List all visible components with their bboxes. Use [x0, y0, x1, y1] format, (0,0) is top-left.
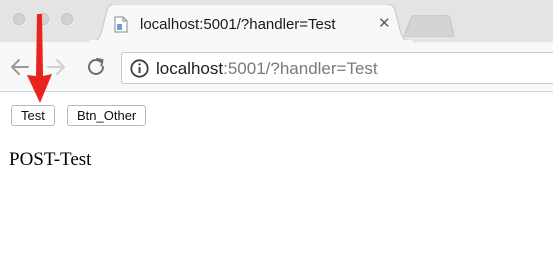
- minimize-window-button[interactable]: [37, 13, 49, 25]
- new-tab-button[interactable]: [404, 15, 454, 37]
- url-host: localhost: [156, 59, 224, 78]
- url-text[interactable]: localhost:5001/?handler=Test: [156, 59, 378, 79]
- close-tab-icon[interactable]: ✕: [378, 15, 391, 33]
- page-icon: [114, 16, 128, 33]
- arrow-right-icon[interactable]: [44, 55, 68, 79]
- btn-other-button[interactable]: Btn_Other: [67, 105, 147, 126]
- close-window-button[interactable]: [13, 13, 25, 25]
- tab-title: localhost:5001/?handler=Test: [140, 16, 336, 33]
- tab-strip: localhost:5001/?handler=Test ✕: [0, 0, 553, 42]
- result-text: POST-Test: [9, 149, 92, 170]
- zoom-window-button[interactable]: [61, 13, 73, 25]
- browser-toolbar: localhost:5001/?handler=Test: [0, 42, 553, 92]
- tab-active[interactable]: localhost:5001/?handler=Test ✕: [88, 4, 414, 42]
- address-bar[interactable]: localhost:5001/?handler=Test: [121, 52, 553, 84]
- page-content: Test Btn_Other POST-Test: [0, 92, 553, 271]
- browser-window: localhost:5001/?handler=Test ✕ localhost…: [0, 0, 553, 271]
- url-path: :5001/?handler=Test: [223, 59, 378, 78]
- reload-icon[interactable]: [84, 55, 108, 79]
- test-button[interactable]: Test: [11, 105, 55, 126]
- info-icon[interactable]: [130, 59, 149, 78]
- arrow-left-icon[interactable]: [8, 55, 32, 79]
